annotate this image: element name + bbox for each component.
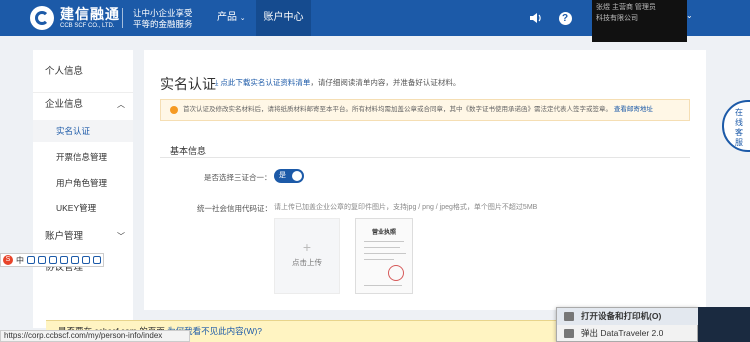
license-thumbnail[interactable]: 营业执照 <box>355 218 413 294</box>
nav-account-center[interactable]: 账户中心 <box>256 0 311 36</box>
taskbar-tray <box>698 307 750 342</box>
sidebar-item-ukey-mgmt[interactable]: UKEY管理 <box>33 197 133 219</box>
ime-toolbar[interactable]: S 中 <box>0 253 104 267</box>
header-divider <box>122 8 123 28</box>
main-panel: 实名认证 ⤓ 点此下载实名认证资料清单，请仔细阅读清单内容，并准备好认证材料。 … <box>144 50 706 310</box>
chevron-down-icon: ⌄ <box>239 15 246 22</box>
three-in-one-label: 是否选择三证合一： <box>204 173 272 182</box>
keyboard-icon[interactable] <box>60 256 68 264</box>
plus-icon: + <box>302 239 312 255</box>
notification-speaker-icon[interactable] <box>526 9 544 27</box>
emoji-icon[interactable] <box>38 256 46 264</box>
printer-icon <box>564 312 574 321</box>
help-icon[interactable]: ? <box>556 9 574 27</box>
sidebar-item-real-name-auth[interactable]: 实名认证 <box>33 120 133 142</box>
sidebar-item-user-role-mgmt[interactable]: 用户角色管理 <box>33 172 133 194</box>
notice-text: 首次认证及修改实名材料后，请将纸质材料邮寄至本平台。所有材料均需加盖公章或合同章… <box>183 106 612 113</box>
nav-products[interactable]: 产品 ⌄ <box>213 0 250 36</box>
microphone-icon[interactable] <box>49 256 57 264</box>
sogou-icon[interactable]: S <box>3 255 13 265</box>
page-title: 实名认证 <box>160 76 216 92</box>
top-header: 建信融通 CCB SCF CO., LTD. 让中小企业享受 平等的金融服务 产… <box>0 0 750 42</box>
user-company: 科技有限公司 <box>596 15 638 22</box>
sidebar-item-account-mgmt[interactable]: 账户管理 ﹀ <box>33 225 133 249</box>
menu-eject-usb[interactable]: 弹出 DataTraveler 2.0 <box>557 325 699 342</box>
ime-mode[interactable]: 中 <box>16 255 24 266</box>
logo-mark-icon <box>30 6 54 30</box>
menu-open-devices[interactable]: 打开设备和打印机(O) <box>557 308 699 325</box>
download-link[interactable]: 点此下载实名认证资料清单 <box>220 78 310 87</box>
upload-hint: 请上传已加盖企业公章的复印件图片，支持jpg / png / jpeg格式，单个… <box>274 204 538 211</box>
user-menu[interactable]: 张煜 主营商 管理员 科技有限公司 <box>592 0 687 42</box>
slogan: 让中小企业享受 平等的金融服务 <box>133 8 193 29</box>
toolbox-icon[interactable] <box>82 256 90 264</box>
sidebar: 个人信息 企业信息 ︿ 实名认证 开票信息管理 用户角色管理 UKEY管理 账户管… <box>33 50 133 328</box>
section-divider <box>160 157 690 158</box>
punctuation-icon[interactable] <box>27 256 35 264</box>
logo-title: 建信融通 <box>60 6 120 22</box>
warning-icon <box>170 106 178 114</box>
download-icon: ⤓ <box>215 78 219 87</box>
notice-banner: 首次认证及修改实名材料后，请将纸质材料邮寄至本平台。所有材料均需加盖公章或合同章… <box>160 99 690 121</box>
logo-subtitle: CCB SCF CO., LTD. <box>60 23 115 29</box>
credit-code-label: 统一社会信用代码证： <box>197 204 272 213</box>
usb-drive-icon <box>564 329 574 338</box>
online-service-button[interactable]: 在 线 客 服 <box>722 100 750 152</box>
user-chevron-down-icon[interactable]: ⌄ <box>686 11 693 20</box>
section-title: 基本信息 <box>170 146 207 156</box>
user-name: 张煜 主营商 管理员 <box>596 4 656 11</box>
seal-icon <box>388 265 404 281</box>
sidebar-item-personal-info[interactable]: 个人信息 <box>33 60 133 84</box>
logo[interactable]: 建信融通 CCB SCF CO., LTD. <box>30 5 120 31</box>
upload-button[interactable]: + 点击上传 <box>274 218 340 294</box>
sidebar-item-enterprise-info[interactable]: 企业信息 ︿ <box>33 92 133 116</box>
chevron-up-icon: ︿ <box>117 100 125 109</box>
sidebar-item-invoice-mgmt[interactable]: 开票信息管理 <box>33 146 133 168</box>
download-checklist[interactable]: ⤓ 点此下载实名认证资料清单，请仔细阅读清单内容，并准备好认证材料。 <box>215 77 460 88</box>
mailing-address-link[interactable]: 查看邮寄地址 <box>614 106 653 113</box>
skin-icon[interactable] <box>71 256 79 264</box>
status-url: https://corp.ccbscf.com/my/person-info/i… <box>0 330 190 342</box>
usb-context-menu: 打开设备和打印机(O) 弹出 DataTraveler 2.0 <box>556 307 699 342</box>
chevron-down-icon: ﹀ <box>117 232 125 241</box>
three-in-one-toggle[interactable]: 是 <box>274 169 304 183</box>
menu-icon[interactable] <box>93 256 101 264</box>
